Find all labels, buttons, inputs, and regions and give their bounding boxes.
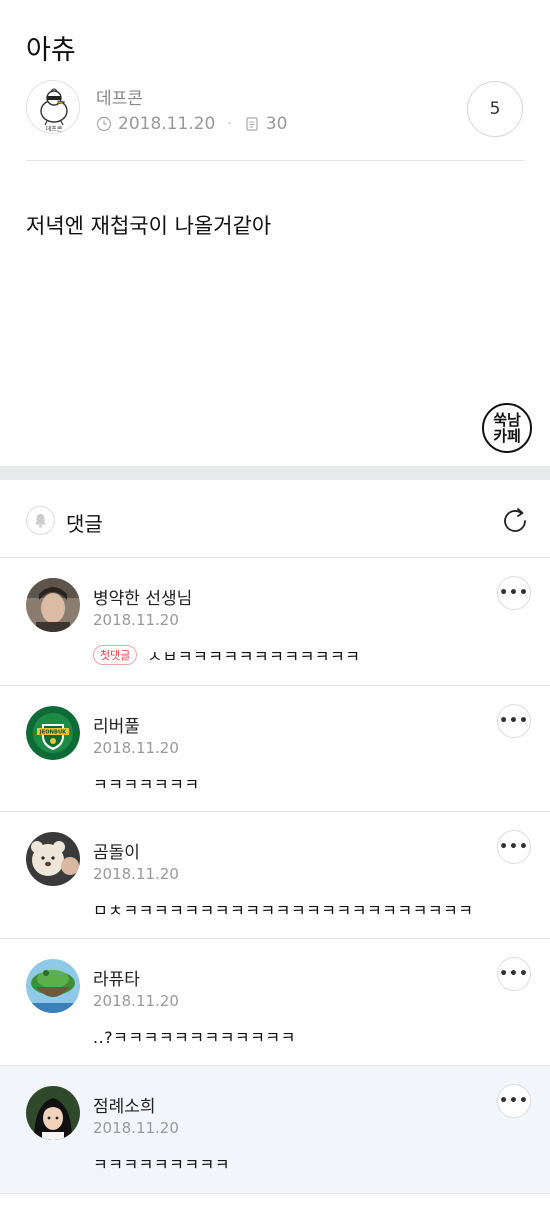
duck-mascot-icon: 데프콘: [40, 88, 68, 133]
bell-icon[interactable]: [26, 506, 55, 535]
post-body: 저녁엔 재첩국이 나올거같아: [26, 214, 272, 238]
portrait-avatar-icon: [26, 578, 80, 632]
divider: [26, 160, 524, 161]
comments-title: 댓글: [66, 512, 103, 536]
commenter-avatar[interactable]: JEONBUK: [26, 706, 80, 760]
cafe-stamp-logo: 쑥남 카페: [482, 403, 532, 453]
comment-text-row: ㅁㅊㅋㅋㅋㅋㅋㅋㅋㅋㅋㅋㅋㅋㅋㅋㅋㅋㅋㅋㅋㅋㅋㅋㅋ: [93, 897, 474, 921]
teddy-bear-icon: [26, 832, 80, 886]
refresh-icon[interactable]: [499, 505, 531, 537]
commenter-avatar[interactable]: [26, 1086, 80, 1140]
meta-separator: ·: [227, 116, 232, 132]
commenter-name[interactable]: 병약한 선생님: [93, 584, 192, 609]
svg-text:데프콘: 데프콘: [46, 125, 63, 133]
comments-header: 댓글: [0, 480, 550, 558]
comment-text: ..?ㅋㅋㅋㅋㅋㅋㅋㅋㅋㅋㅋㅋ: [93, 1028, 296, 1047]
section-gap: [0, 466, 550, 480]
stamp-line-1: 쑥남: [493, 411, 521, 429]
comment-text: ㅁㅊㅋㅋㅋㅋㅋㅋㅋㅋㅋㅋㅋㅋㅋㅋㅋㅋㅋㅋㅋㅋㅋㅋㅋ: [93, 901, 474, 920]
more-options-button[interactable]: •••: [497, 830, 531, 864]
more-options-button[interactable]: •••: [497, 576, 531, 610]
commenter-name[interactable]: 점례소희: [93, 1092, 156, 1117]
comment-item: 라퓨타 2018.11.20 ..?ㅋㅋㅋㅋㅋㅋㅋㅋㅋㅋㅋㅋ •••: [0, 939, 550, 1066]
comment-text-row: ㅋㅋㅋㅋㅋㅋㅋ: [93, 771, 200, 795]
stamp-line-2: 카페: [493, 427, 521, 445]
comment-text-row: 첫댓글 ㅅㅂㅋㅋㅋㅋㅋㅋㅋㅋㅋㅋㅋㅋ: [93, 643, 360, 667]
comment-text: ㅋㅋㅋㅋㅋㅋㅋ: [93, 775, 200, 794]
more-options-button[interactable]: •••: [497, 704, 531, 738]
more-options-button[interactable]: •••: [497, 957, 531, 991]
more-options-button[interactable]: •••: [497, 1084, 531, 1118]
author-name[interactable]: 데프콘: [96, 84, 143, 109]
floating-island-icon: [26, 959, 80, 1013]
comment-date: 2018.11.20: [93, 1119, 179, 1137]
commenter-name[interactable]: 곰돌이: [93, 838, 140, 863]
comment-item: 곰돌이 2018.11.20 ㅁㅊㅋㅋㅋㅋㅋㅋㅋㅋㅋㅋㅋㅋㅋㅋㅋㅋㅋㅋㅋㅋㅋㅋㅋ…: [0, 812, 550, 939]
comment-text-row: ..?ㅋㅋㅋㅋㅋㅋㅋㅋㅋㅋㅋㅋ: [93, 1024, 296, 1048]
comment-text: ㅋㅋㅋㅋㅋㅋㅋㅋㅋ: [93, 1155, 230, 1174]
comment-date: 2018.11.20: [93, 739, 179, 757]
post-section: 아츄 데프콘 데프콘 2018.11.20 · 30 5 저녁엔 재첩국이 나올…: [0, 0, 550, 466]
post-title: 아츄: [26, 35, 76, 66]
anime-girl-icon: [26, 1086, 80, 1140]
comment-text: ㅅㅂㅋㅋㅋㅋㅋㅋㅋㅋㅋㅋㅋㅋ: [147, 647, 361, 666]
comment-item: 점례소희 2018.11.20 ㅋㅋㅋㅋㅋㅋㅋㅋㅋ •••: [0, 1066, 550, 1194]
post-meta: 2018.11.20 · 30: [96, 114, 287, 134]
comment-text-row: ㅋㅋㅋㅋㅋㅋㅋㅋㅋ: [93, 1151, 230, 1175]
comment-item: JEONBUK 리버풀 2018.11.20 ㅋㅋㅋㅋㅋㅋㅋ •••: [0, 686, 550, 812]
clock-icon: [96, 116, 112, 132]
commenter-name[interactable]: 라퓨타: [93, 965, 140, 990]
post-date: 2018.11.20: [118, 114, 216, 134]
document-icon: [246, 117, 258, 131]
comment-date: 2018.11.20: [93, 992, 179, 1010]
author-avatar[interactable]: 데프콘: [26, 80, 80, 134]
comment-item: 병약한 선생님 2018.11.20 첫댓글 ㅅㅂㅋㅋㅋㅋㅋㅋㅋㅋㅋㅋㅋㅋ ••…: [0, 558, 550, 686]
jeonbuk-logo-text: JEONBUK: [39, 730, 67, 736]
comment-date: 2018.11.20: [93, 611, 179, 629]
first-comment-badge: 첫댓글: [93, 645, 138, 665]
jeonbuk-logo-icon: JEONBUK: [26, 706, 80, 760]
commenter-avatar[interactable]: [26, 959, 80, 1013]
commenter-name[interactable]: 리버풀: [93, 712, 140, 737]
view-count: 30: [265, 114, 288, 134]
commenter-avatar[interactable]: [26, 832, 80, 886]
commenter-avatar[interactable]: [26, 578, 80, 632]
comment-date: 2018.11.20: [93, 865, 179, 883]
comment-count-button[interactable]: 5: [467, 81, 523, 137]
